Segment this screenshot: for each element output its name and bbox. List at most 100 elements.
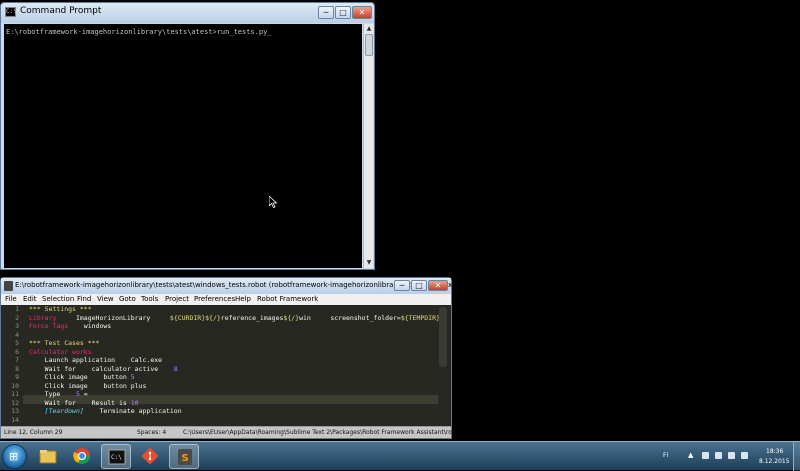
menu-preferences[interactable]: Preferences bbox=[194, 294, 235, 305]
code-line: [Teardown] Terminate application bbox=[29, 407, 182, 415]
menu-help[interactable]: Help bbox=[235, 294, 251, 305]
clock-date[interactable]: 8.12.2015 bbox=[759, 458, 790, 465]
svg-text:C:\: C:\ bbox=[111, 454, 122, 461]
taskbar-explorer[interactable] bbox=[33, 444, 63, 469]
code-text: win screenshot_folder= bbox=[299, 313, 401, 322]
menu-file[interactable]: File bbox=[5, 294, 17, 305]
cmd-minimize-button[interactable]: ─ bbox=[318, 6, 334, 19]
cmd-titlebar[interactable]: C:\ Command Prompt ─ □ ✕ bbox=[1, 3, 374, 23]
menu-find[interactable]: Find bbox=[77, 294, 91, 305]
line-number: 4 bbox=[15, 330, 19, 339]
code-text: Type bbox=[29, 390, 76, 398]
sublime-minimize-button[interactable]: ─ bbox=[394, 280, 410, 291]
cmd-close-button[interactable]: ✕ bbox=[352, 6, 372, 19]
code-text: = bbox=[79, 390, 88, 398]
svg-text:S: S bbox=[182, 453, 189, 464]
variable-token: ${CURDIR}${/} bbox=[169, 313, 221, 322]
line-number: 5 bbox=[15, 339, 19, 347]
code-text: Wait for calculator active bbox=[29, 364, 174, 373]
power-icon[interactable] bbox=[741, 452, 748, 459]
taskbar-chrome[interactable] bbox=[67, 444, 97, 469]
menu-selection[interactable]: Selection bbox=[42, 294, 74, 305]
cmd-maximize-button[interactable]: □ bbox=[335, 6, 351, 19]
test-case-name: Calculator works bbox=[29, 347, 92, 356]
settings-header: *** Settings *** bbox=[29, 305, 92, 313]
sublime-window-title: E:\robotframework-imagehorizonlibrary\te… bbox=[15, 281, 459, 289]
sublime-maximize-button[interactable]: □ bbox=[411, 280, 427, 291]
menu-tools[interactable]: Tools bbox=[141, 294, 158, 305]
folder-icon bbox=[39, 450, 57, 464]
menu-robot-framework[interactable]: Robot Framework bbox=[257, 294, 318, 305]
cmd-scroll-thumb[interactable] bbox=[365, 34, 373, 56]
language-indicator[interactable]: FI bbox=[663, 452, 668, 459]
number-token: 5 bbox=[130, 373, 135, 381]
sublime-close-button[interactable]: ✕ bbox=[428, 280, 448, 291]
code-text: reference_images bbox=[220, 313, 284, 322]
number-token: 10 bbox=[130, 398, 139, 407]
terminal-icon: C:\ bbox=[108, 449, 126, 465]
force-tags-keyword: Force Tags bbox=[29, 322, 69, 330]
start-button[interactable]: ⊞ bbox=[2, 444, 27, 469]
network-icon[interactable] bbox=[715, 452, 722, 459]
sublime-titlebar[interactable]: E:\robotframework-imagehorizonlibrary\te… bbox=[1, 278, 459, 294]
taskbar-command-prompt[interactable]: C:\ bbox=[101, 444, 131, 469]
code-line: Wait for calculator active 8 bbox=[29, 365, 178, 373]
minimap-scrollbar[interactable] bbox=[439, 307, 447, 367]
code-line: Wait for Result is 10 bbox=[29, 399, 139, 407]
mouse-pointer-icon bbox=[269, 196, 277, 208]
line-number: 9 bbox=[15, 373, 19, 381]
command-prompt-window[interactable]: C:\ Command Prompt ─ □ ✕ E:\robotframewo… bbox=[0, 2, 375, 270]
git-icon bbox=[141, 447, 159, 465]
menu-project[interactable]: Project bbox=[165, 294, 189, 305]
test-cases-header: *** Test Cases *** bbox=[29, 339, 100, 347]
code-line: Click image button plus bbox=[29, 381, 147, 390]
menu-goto[interactable]: Goto bbox=[119, 294, 136, 305]
code-text: windows bbox=[68, 322, 112, 330]
library-keyword: Library bbox=[29, 313, 57, 322]
line-number: 3 bbox=[15, 322, 19, 330]
desktop: C:\ Command Prompt ─ □ ✕ E:\robotframewo… bbox=[0, 0, 800, 471]
taskbar-sublime-text[interactable]: S bbox=[169, 444, 199, 469]
volume-icon[interactable] bbox=[728, 452, 735, 459]
scroll-up-icon[interactable]: ▲ bbox=[365, 24, 373, 33]
code-editor[interactable]: 1 2 3 4 5 6 7 8 9 10 11 12 13 14 *** Set… bbox=[1, 305, 451, 426]
menu-edit[interactable]: Edit bbox=[23, 294, 37, 305]
indentation-setting[interactable]: Spaces: 4 bbox=[137, 427, 166, 439]
syntax-path[interactable]: C:\Users\EUser\AppData\Roaming\Sublime T… bbox=[183, 427, 456, 439]
taskbar-git[interactable] bbox=[135, 444, 165, 469]
code-line: Click image button 5 bbox=[29, 373, 135, 381]
code-line: *** Test Cases *** bbox=[29, 339, 99, 347]
clock-time[interactable]: 18:36 bbox=[766, 448, 783, 455]
code-line: Force Tags windows bbox=[29, 322, 111, 330]
code-text: Terminate application bbox=[83, 407, 182, 415]
line-number: 7 bbox=[15, 356, 19, 364]
system-tray: FI ▲ 18:36 8.12.2015 bbox=[660, 442, 800, 471]
chrome-icon bbox=[73, 448, 90, 464]
code-line: Type 5 = bbox=[29, 390, 88, 398]
cursor-position: Line 12, Column 29 bbox=[4, 429, 63, 436]
flag-icon[interactable] bbox=[702, 452, 709, 459]
code-text: Click image button bbox=[29, 373, 131, 381]
cmd-prompt-line: E:\robotframework-imagehorizonlibrary\te… bbox=[6, 28, 272, 36]
taskbar: ⊞ C:\ S FI ▲ 18:36 8.12.2015 bbox=[0, 441, 800, 471]
code-line: Launch application Calc.exe bbox=[29, 356, 163, 364]
variable-token: ${/} bbox=[283, 313, 300, 322]
line-number: 12 bbox=[11, 398, 19, 407]
tray-expand-icon[interactable]: ▲ bbox=[688, 451, 693, 459]
code-text: Wait for Result is bbox=[29, 398, 131, 407]
show-desktop-button[interactable] bbox=[793, 442, 800, 471]
scroll-down-icon[interactable]: ▼ bbox=[365, 258, 373, 267]
line-number: 6 bbox=[15, 347, 19, 356]
sublime-text-window[interactable]: E:\robotframework-imagehorizonlibrary\te… bbox=[0, 277, 459, 439]
sublime-app-icon bbox=[4, 281, 13, 291]
cmd-scrollbar[interactable]: ▲ ▼ bbox=[363, 24, 373, 268]
code-line: *** Settings *** bbox=[29, 305, 92, 313]
sublime-menubar: File Edit Selection Find View Goto Tools… bbox=[1, 294, 451, 305]
teardown-setting: [Teardown] bbox=[44, 407, 84, 415]
menu-view[interactable]: View bbox=[97, 294, 114, 305]
line-number: 1 bbox=[15, 305, 19, 313]
line-number: 14 bbox=[11, 415, 19, 424]
line-number: 11 bbox=[11, 390, 19, 398]
cmd-console[interactable]: E:\robotframework-imagehorizonlibrary\te… bbox=[4, 24, 362, 268]
